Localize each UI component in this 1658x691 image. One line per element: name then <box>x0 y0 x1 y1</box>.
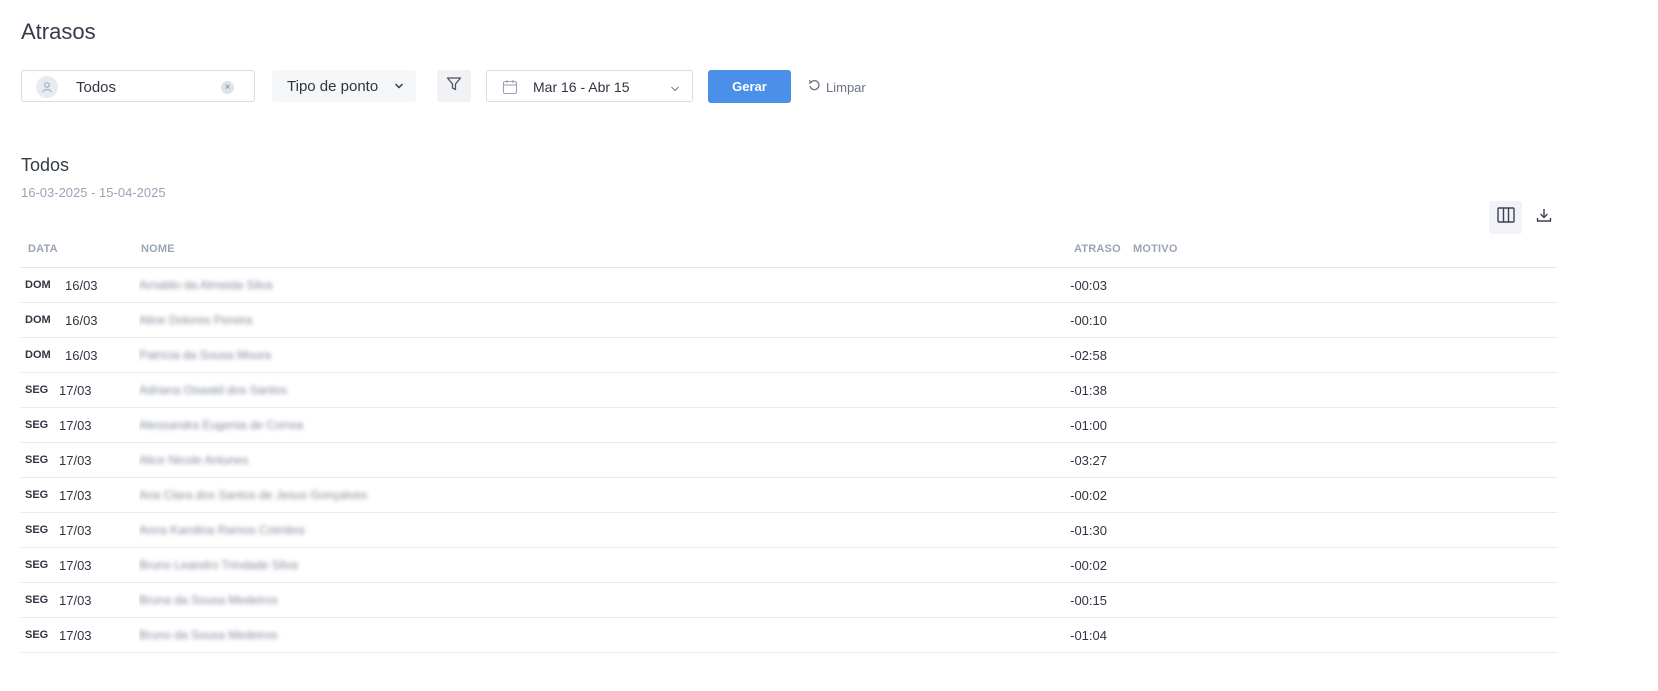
table-body: DOM 16/03 Arnaldo da Almeida Silva -00:0… <box>21 268 1557 653</box>
row-date: 17/03 <box>59 488 92 503</box>
weekday: SEG <box>25 594 49 606</box>
clear-selection-icon[interactable]: × <box>221 81 234 94</box>
table-row[interactable]: SEG 17/03 Bruno Leandro Trindade Silva -… <box>21 548 1557 583</box>
calendar-icon <box>502 79 518 100</box>
delay-value: -00:02 <box>1070 488 1107 503</box>
table-row[interactable]: SEG 17/03 Anna Karolina Ramos Coimbra -0… <box>21 513 1557 548</box>
chevron-down-icon <box>394 79 404 97</box>
date-range-value: Mar 16 - Abr 15 <box>533 79 630 95</box>
delay-value: -01:00 <box>1070 418 1107 433</box>
row-date: 17/03 <box>59 558 92 573</box>
delay-value: -00:02 <box>1070 558 1107 573</box>
filter-icon <box>446 76 462 97</box>
weekday: SEG <box>25 559 49 571</box>
weekday: SEG <box>25 489 49 501</box>
delay-value: -00:03 <box>1070 278 1107 293</box>
column-header-data[interactable]: DATA <box>28 243 58 255</box>
delay-value: -01:04 <box>1070 628 1107 643</box>
employee-name: Arnaldo da Almeida Silva <box>139 276 397 294</box>
clear-filters-button[interactable]: Limpar <box>808 79 866 95</box>
table-row[interactable]: SEG 17/03 Alessandra Eugenia de Correa -… <box>21 408 1557 443</box>
row-date: 16/03 <box>65 348 98 363</box>
employee-name: Adriana Oswald dos Santos <box>139 381 397 399</box>
delay-value: -00:10 <box>1070 313 1107 328</box>
employee-name: Anna Karolina Ramos Coimbra <box>139 521 397 539</box>
column-header-motivo[interactable]: MOTIVO <box>1133 243 1178 255</box>
report-date-range: 16-03-2025 - 15-04-2025 <box>21 185 166 200</box>
delay-value: -00:15 <box>1070 593 1107 608</box>
weekday: SEG <box>25 419 49 431</box>
column-header-atraso[interactable]: ATRASO <box>1074 243 1121 255</box>
row-date: 17/03 <box>59 418 92 433</box>
table-row[interactable]: DOM 16/03 Patrícia da Sousa Moura -02:58 <box>21 338 1557 373</box>
employee-name: Bruno da Sousa Medeiros <box>139 626 397 644</box>
row-date: 17/03 <box>59 628 92 643</box>
table-row[interactable]: SEG 17/03 Bruna da Sousa Medeiros -00:15 <box>21 583 1557 618</box>
table-row[interactable]: DOM 16/03 Arnaldo da Almeida Silva -00:0… <box>21 268 1557 303</box>
delay-value: -01:38 <box>1070 383 1107 398</box>
columns-icon <box>1496 207 1515 228</box>
delay-value: -02:58 <box>1070 348 1107 363</box>
download-button[interactable] <box>1527 201 1560 234</box>
table-row[interactable]: SEG 17/03 Adriana Oswald dos Santos -01:… <box>21 373 1557 408</box>
employee-name: Alice Nicole Antunes <box>139 451 397 469</box>
employee-name: Ana Clara dos Santos de Jesus Gonçalves <box>139 486 397 504</box>
page-title: Atrasos <box>21 19 96 44</box>
table-row[interactable]: DOM 16/03 Aline Dolores Pereira -00:10 <box>21 303 1557 338</box>
employee-name: Alessandra Eugenia de Correa <box>139 416 397 434</box>
punch-type-dropdown[interactable]: Tipo de ponto <box>272 70 416 102</box>
generate-button[interactable]: Gerar <box>708 70 791 103</box>
row-date: 17/03 <box>59 593 92 608</box>
employee-select[interactable]: Todos × <box>21 70 255 102</box>
weekday: DOM <box>25 314 51 326</box>
delay-value: -03:27 <box>1070 453 1107 468</box>
weekday: SEG <box>25 454 49 466</box>
weekday: DOM <box>25 279 51 291</box>
delay-value: -01:30 <box>1070 523 1107 538</box>
report-title: Todos <box>21 155 70 175</box>
table-row[interactable]: SEG 17/03 Bruno da Sousa Medeiros -01:04 <box>21 618 1557 653</box>
table-header: DATA NOME ATRASO MOTIVO <box>21 236 1557 268</box>
weekday: SEG <box>25 629 49 641</box>
employee-name: Aline Dolores Pereira <box>139 311 397 329</box>
columns-button[interactable] <box>1489 201 1522 234</box>
download-icon <box>1536 207 1552 228</box>
row-date: 17/03 <box>59 523 92 538</box>
punch-type-label: Tipo de ponto <box>287 78 379 95</box>
chevron-down-icon <box>670 81 680 99</box>
row-date: 17/03 <box>59 453 92 468</box>
weekday: SEG <box>25 384 49 396</box>
employee-name: Bruno Leandro Trindade Silva <box>139 556 397 574</box>
row-date: 16/03 <box>65 313 98 328</box>
date-range-picker[interactable]: Mar 16 - Abr 15 <box>486 70 693 102</box>
employee-select-value: Todos <box>76 79 117 96</box>
weekday: DOM <box>25 349 51 361</box>
row-date: 17/03 <box>59 383 92 398</box>
user-icon <box>36 76 58 98</box>
employee-name: Bruna da Sousa Medeiros <box>139 591 397 609</box>
employee-name: Patrícia da Sousa Moura <box>139 346 397 364</box>
filter-button[interactable] <box>437 70 471 102</box>
refresh-icon <box>808 79 821 95</box>
table-row[interactable]: SEG 17/03 Alice Nicole Antunes -03:27 <box>21 443 1557 478</box>
clear-filters-label: Limpar <box>826 79 866 95</box>
column-header-nome[interactable]: NOME <box>141 243 175 255</box>
row-date: 16/03 <box>65 278 98 293</box>
weekday: SEG <box>25 524 49 536</box>
table-row[interactable]: SEG 17/03 Ana Clara dos Santos de Jesus … <box>21 478 1557 513</box>
